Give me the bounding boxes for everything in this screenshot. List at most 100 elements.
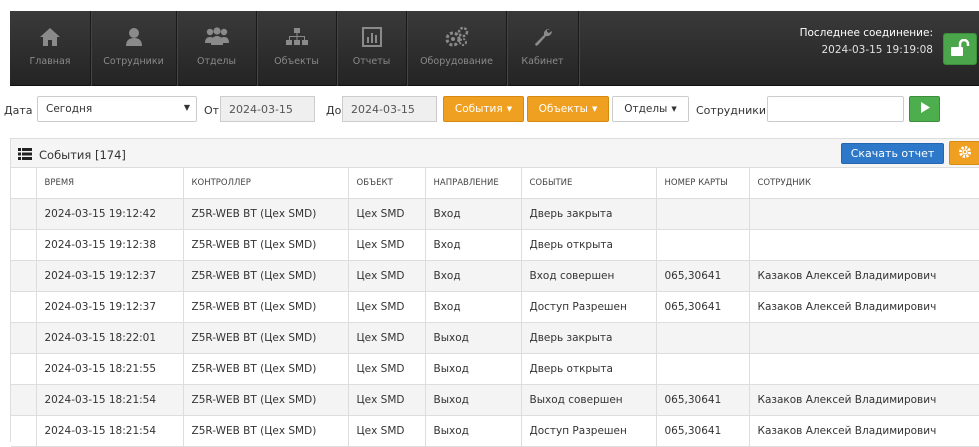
- row-select-cell[interactable]: [11, 260, 37, 292]
- cell-direction: Вход: [425, 198, 522, 230]
- caret-down-icon: ▼: [591, 105, 598, 113]
- events-dropdown-button[interactable]: События ▼: [443, 96, 524, 122]
- cell-employee: [749, 198, 979, 230]
- download-report-button[interactable]: Скачать отчет: [841, 143, 944, 164]
- cell-card-number: [656, 229, 750, 261]
- table-row[interactable]: 2024-03-15 18:21:54 Z5R-WEB BT (Цех SMD) Ц…: [11, 415, 979, 447]
- cell-object: Цех SMD: [348, 291, 426, 323]
- chart-icon: [361, 26, 382, 48]
- to-date-input[interactable]: 2024-03-15: [342, 96, 437, 122]
- cell-employee: Казаков Алексей Владимирович: [749, 415, 979, 447]
- row-select-cell[interactable]: [11, 353, 37, 385]
- user-icon: [124, 26, 144, 48]
- cell-controller: Z5R-WEB BT (Цех SMD): [183, 415, 349, 447]
- apply-filter-button[interactable]: [909, 96, 940, 122]
- nav-item-home[interactable]: Главная: [10, 11, 91, 86]
- cell-event: Дверь закрыта: [521, 322, 657, 354]
- cell-employee: [749, 353, 979, 385]
- cell-card-number: 065,30641: [656, 291, 750, 323]
- cell-time: 2024-03-15 18:21:54: [36, 384, 184, 416]
- nav-item-departments[interactable]: Отделы: [177, 11, 257, 86]
- column-header-direction[interactable]: НАПРАВЛЕНИЕ: [425, 168, 522, 199]
- cell-controller: Z5R-WEB BT (Цех SMD): [183, 384, 349, 416]
- cell-time: 2024-03-15 18:21:55: [36, 353, 184, 385]
- column-header-controller[interactable]: КОНТРОЛЛЕР: [183, 168, 349, 199]
- last-connection: Последнее соединение: 2024-03-15 19:19:0…: [800, 25, 933, 59]
- employees-input[interactable]: [767, 96, 904, 122]
- cell-employee: Казаков Алексей Владимирович: [749, 260, 979, 292]
- events-button-label: События: [454, 103, 503, 115]
- cell-object: Цех SMD: [348, 260, 426, 292]
- nav-item-reports[interactable]: Отчеты: [337, 11, 407, 86]
- row-select-cell[interactable]: [11, 415, 37, 447]
- employees-label: Сотрудники: [696, 104, 767, 117]
- cell-time: 2024-03-15 19:12:38: [36, 229, 184, 261]
- column-header-card-number[interactable]: НОМЕР КАРТЫ: [656, 168, 750, 199]
- cell-controller: Z5R-WEB BT (Цех SMD): [183, 322, 349, 354]
- unlock-icon: [950, 38, 970, 60]
- table-row[interactable]: 2024-03-15 18:21:55 Z5R-WEB BT (Цех SMD) Ц…: [11, 353, 979, 385]
- to-label: До: [326, 104, 342, 117]
- cell-card-number: [656, 322, 750, 354]
- departments-dropdown-button[interactable]: Отделы ▼: [612, 96, 689, 122]
- table-row[interactable]: 2024-03-15 19:12:38 Z5R-WEB BT (Цех SMD) Ц…: [11, 229, 979, 261]
- cell-employee: Казаков Алексей Владимирович: [749, 384, 979, 416]
- objects-dropdown-button[interactable]: Объекты ▼: [527, 96, 609, 122]
- from-date-input[interactable]: 2024-03-15: [220, 96, 315, 122]
- table-row[interactable]: 2024-03-15 19:12:42 Z5R-WEB BT (Цех SMD) Ц…: [11, 198, 979, 230]
- row-select-cell[interactable]: [11, 384, 37, 416]
- nav-item-equipment[interactable]: Оборудование: [407, 11, 507, 86]
- table-row[interactable]: 2024-03-15 19:12:37 Z5R-WEB BT (Цех SMD) Ц…: [11, 291, 979, 323]
- cell-object: Цех SMD: [348, 353, 426, 385]
- nav-item-employees[interactable]: Сотрудники: [91, 11, 177, 86]
- cell-time: 2024-03-15 18:21:54: [36, 415, 184, 447]
- column-header-event[interactable]: СОБЫТИЕ: [521, 168, 657, 199]
- row-select-cell[interactable]: [11, 291, 37, 323]
- table-row[interactable]: 2024-03-15 18:22:01 Z5R-WEB BT (Цех SMD) Ц…: [11, 322, 979, 354]
- gears-icon: [444, 26, 470, 48]
- panel-title: События [174]: [39, 148, 126, 162]
- list-icon: [18, 148, 32, 163]
- nav-item-objects[interactable]: Объекты: [257, 11, 337, 86]
- cell-direction: Выход: [425, 322, 522, 354]
- cell-direction: Выход: [425, 353, 522, 385]
- unlock-button[interactable]: [943, 33, 977, 65]
- chevron-down-icon: ▼: [183, 103, 190, 112]
- date-range-value: Сегодня: [46, 103, 93, 115]
- column-header-object[interactable]: ОБЪЕКТ: [348, 168, 426, 199]
- caret-down-icon: ▼: [671, 105, 677, 113]
- cell-event: Вход совершен: [521, 260, 657, 292]
- cell-controller: Z5R-WEB BT (Цех SMD): [183, 291, 349, 323]
- nav-item-cabinet[interactable]: Кабинет: [507, 11, 579, 86]
- cell-card-number: 065,30641: [656, 415, 750, 447]
- cell-direction: Вход: [425, 291, 522, 323]
- cell-event: Выход совершен: [521, 384, 657, 416]
- column-header-employee[interactable]: СОТРУДНИК: [749, 168, 979, 199]
- users-icon: [204, 26, 230, 48]
- from-date-value: 2024-03-15: [229, 103, 293, 116]
- settings-button[interactable]: [949, 141, 979, 165]
- column-header-time[interactable]: ВРЕМЯ: [36, 168, 184, 199]
- table-row[interactable]: 2024-03-15 18:21:54 Z5R-WEB BT (Цех SMD) Ц…: [11, 384, 979, 416]
- date-range-select[interactable]: Сегодня ▼: [37, 96, 197, 122]
- cell-object: Цех SMD: [348, 198, 426, 230]
- row-select-cell[interactable]: [11, 322, 37, 354]
- nav-item-label: Сотрудники: [103, 56, 164, 67]
- row-select-cell[interactable]: [11, 198, 37, 230]
- cell-event: Доступ Разрешен: [521, 291, 657, 323]
- cell-controller: Z5R-WEB BT (Цех SMD): [183, 229, 349, 261]
- table-row[interactable]: 2024-03-15 19:12:37 Z5R-WEB BT (Цех SMD) Ц…: [11, 260, 979, 292]
- cell-controller: Z5R-WEB BT (Цех SMD): [183, 198, 349, 230]
- download-report-label: Скачать отчет: [850, 147, 935, 160]
- cell-time: 2024-03-15 19:12:42: [36, 198, 184, 230]
- cell-event: Дверь открыта: [521, 353, 657, 385]
- cell-direction: Выход: [425, 384, 522, 416]
- nav-item-label: Объекты: [274, 56, 319, 67]
- cell-employee: [749, 322, 979, 354]
- nav-item-label: Кабинет: [521, 56, 564, 67]
- cell-employee: Казаков Алексей Владимирович: [749, 291, 979, 323]
- cell-card-number: [656, 353, 750, 385]
- filter-bar: Дата Сегодня ▼ От 2024-03-15 До 2024-03-…: [0, 96, 979, 126]
- cell-time: 2024-03-15 19:12:37: [36, 291, 184, 323]
- row-select-cell[interactable]: [11, 229, 37, 261]
